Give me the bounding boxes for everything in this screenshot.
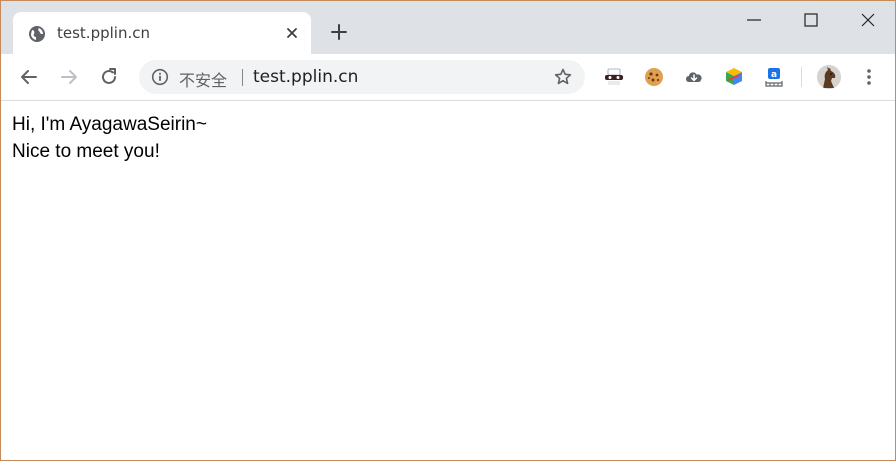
url-text[interactable]: test.pplin.cn bbox=[253, 67, 358, 87]
reload-icon[interactable] bbox=[98, 66, 120, 88]
tab-close-icon[interactable] bbox=[283, 24, 301, 42]
incognito-mask-icon[interactable] bbox=[603, 66, 625, 88]
browser-window: test.pplin.cn 不安全 test.pplin.cn a Hi, I'… bbox=[0, 0, 896, 461]
back-arrow-icon[interactable] bbox=[18, 66, 40, 88]
security-label[interactable]: 不安全 bbox=[179, 67, 227, 91]
tab-title: test.pplin.cn bbox=[57, 24, 150, 42]
forward-arrow-icon[interactable] bbox=[58, 66, 80, 88]
bookmark-star-icon[interactable] bbox=[553, 67, 573, 87]
greeting-text: Hi, I'm AyagawaSeirin~ bbox=[12, 114, 207, 135]
nice-to-meet-text: Nice to meet you! bbox=[12, 141, 160, 162]
tab-strip: test.pplin.cn bbox=[1, 1, 895, 54]
omnibox-separator bbox=[242, 69, 243, 86]
tab-active[interactable]: test.pplin.cn bbox=[13, 12, 311, 54]
maximize-icon[interactable] bbox=[800, 9, 822, 31]
info-icon[interactable] bbox=[151, 68, 169, 86]
profile-avatar[interactable] bbox=[817, 65, 841, 89]
close-icon[interactable] bbox=[857, 9, 879, 31]
translate-icon[interactable]: a bbox=[763, 66, 785, 88]
cloud-download-icon[interactable] bbox=[683, 66, 705, 88]
colorful-cube-icon[interactable] bbox=[723, 66, 745, 88]
toolbar-divider bbox=[801, 67, 802, 87]
address-bar[interactable]: 不安全 test.pplin.cn bbox=[139, 60, 585, 94]
minimize-icon[interactable] bbox=[743, 9, 765, 31]
svg-text:a: a bbox=[771, 70, 777, 80]
new-tab-plus-icon[interactable] bbox=[329, 22, 349, 42]
page-content: Hi, I'm AyagawaSeirin~ Nice to meet you! bbox=[1, 101, 895, 460]
globe-icon bbox=[28, 25, 46, 43]
toolbar: 不安全 test.pplin.cn a bbox=[1, 54, 895, 101]
more-vertical-icon[interactable] bbox=[859, 66, 879, 88]
cookie-icon[interactable] bbox=[643, 66, 665, 88]
